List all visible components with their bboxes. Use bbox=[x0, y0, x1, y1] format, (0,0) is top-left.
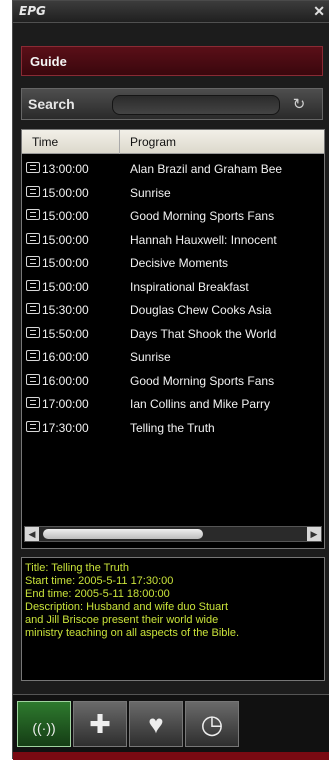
broadcast-icon: ((·)) bbox=[32, 720, 56, 736]
tab-favorites[interactable]: ♥ bbox=[129, 701, 183, 747]
tv-icon bbox=[26, 303, 40, 314]
column-header-program[interactable]: Program bbox=[120, 130, 326, 154]
guide-header[interactable]: Guide bbox=[21, 46, 323, 76]
row-time: 16:00:00 bbox=[42, 350, 89, 364]
list-item[interactable]: 17:00:00 Ian Collins and Mike Parry bbox=[22, 393, 324, 417]
row-time: 15:00:00 bbox=[42, 209, 89, 223]
row-program: Douglas Chew Cooks Asia bbox=[130, 303, 272, 317]
program-list: Time Program 13:00:00 Alan Brazil and Gra… bbox=[21, 129, 325, 549]
row-program: Alan Brazil and Graham Bee bbox=[130, 162, 283, 176]
details-end-time: End time: 2005-5-11 18:00:00 bbox=[25, 588, 170, 600]
scroll-left-icon[interactable]: ◀ bbox=[25, 527, 39, 541]
details-description-2: and Jill Briscoe present their world wid… bbox=[25, 614, 219, 626]
tv-icon bbox=[26, 209, 40, 220]
scroll-thumb[interactable] bbox=[43, 529, 203, 539]
guide-label: Guide bbox=[30, 54, 67, 69]
row-time: 15:00:00 bbox=[42, 256, 89, 270]
tv-icon bbox=[26, 232, 40, 244]
puzzle-icon: ✚ bbox=[89, 709, 111, 739]
details-description-3: ministry teaching on all aspects of the … bbox=[25, 627, 240, 639]
details-description-1: Description: Husband and wife duo Stuart bbox=[25, 601, 229, 613]
list-item[interactable]: 15:30:00 Douglas Chew Cooks Asia bbox=[22, 299, 324, 323]
tv-icon bbox=[26, 397, 40, 408]
list-item[interactable]: 16:00:00 Sunrise bbox=[22, 346, 324, 370]
row-program: Ian Collins and Mike Parry bbox=[130, 397, 271, 411]
program-rows: 13:00:00 Alan Brazil and Graham Bee 15:00… bbox=[22, 158, 324, 440]
details-title: Title: Telling the Truth bbox=[25, 562, 129, 574]
tv-icon bbox=[26, 326, 40, 338]
tab-plugins[interactable]: ✚ bbox=[73, 701, 127, 747]
row-time: 17:00:00 bbox=[42, 397, 89, 411]
program-details: Title: Telling the Truth Start time: 200… bbox=[21, 557, 325, 681]
row-time: 16:00:00 bbox=[42, 373, 89, 388]
column-header-time[interactable]: Time bbox=[22, 130, 120, 154]
list-item[interactable]: 17:30:00 Telling the Truth bbox=[22, 417, 324, 441]
row-program: Sunrise bbox=[130, 185, 171, 200]
list-item[interactable]: 15:00:00 Decisive Moments bbox=[22, 252, 324, 276]
epg-window: EPG ✕ Guide Search ↻ Time Program 13:00:… bbox=[12, 0, 329, 760]
list-item[interactable]: 15:00:00 Inspirational Breakfast bbox=[22, 276, 324, 300]
row-program: Good Morning Sports Fans bbox=[130, 373, 275, 388]
row-program: Days That Shook the World bbox=[130, 326, 277, 341]
row-time: 15:00:00 bbox=[42, 279, 89, 294]
horizontal-scrollbar[interactable]: ◀ ▶ bbox=[24, 526, 322, 542]
row-program: Sunrise bbox=[130, 350, 171, 364]
row-time: 15:50:00 bbox=[42, 326, 89, 341]
scroll-right-icon[interactable]: ▶ bbox=[307, 527, 321, 541]
tv-icon bbox=[26, 373, 40, 385]
list-item[interactable]: 16:00:00 Good Morning Sports Fans bbox=[22, 370, 324, 394]
row-program: Telling the Truth bbox=[130, 420, 215, 435]
tv-icon bbox=[26, 162, 40, 173]
tab-bar: ((·)) ✚ ♥ ◷ bbox=[13, 694, 329, 760]
search-input[interactable] bbox=[112, 95, 280, 115]
tv-icon bbox=[26, 350, 40, 361]
search-bar: Search ↻ bbox=[21, 88, 323, 120]
details-start-time: Start time: 2005-5-11 17:30:00 bbox=[25, 575, 174, 587]
close-button[interactable]: ✕ bbox=[313, 3, 325, 20]
tab-schedule[interactable]: ◷ bbox=[185, 701, 239, 747]
row-time: 17:30:00 bbox=[42, 420, 89, 435]
row-time: 15:00:00 bbox=[42, 185, 89, 200]
tv-icon bbox=[26, 420, 40, 432]
row-program: Decisive Moments bbox=[130, 256, 229, 270]
row-time: 15:30:00 bbox=[42, 303, 89, 317]
row-time: 13:00:00 bbox=[42, 162, 89, 176]
tv-icon bbox=[26, 256, 40, 267]
tv-icon bbox=[26, 185, 40, 197]
title-bar[interactable]: EPG ✕ bbox=[13, 1, 329, 23]
tab-broadcast[interactable]: ((·)) bbox=[17, 701, 71, 747]
row-program: Hannah Hauxwell: Innocent bbox=[130, 232, 277, 247]
row-program: Good Morning Sports Fans bbox=[130, 209, 275, 223]
search-label: Search bbox=[28, 96, 75, 112]
tv-icon bbox=[26, 279, 40, 291]
window-title: EPG bbox=[19, 4, 46, 18]
list-item[interactable]: 15:00:00 Sunrise bbox=[22, 182, 324, 206]
search-go-icon[interactable]: ↻ bbox=[288, 95, 310, 115]
list-header: Time Program bbox=[22, 130, 324, 154]
list-item[interactable]: 15:00:00 Good Morning Sports Fans bbox=[22, 205, 324, 229]
row-time: 15:00:00 bbox=[42, 232, 89, 247]
row-program: Inspirational Breakfast bbox=[130, 279, 249, 294]
list-item[interactable]: 15:00:00 Hannah Hauxwell: Innocent bbox=[22, 229, 324, 253]
heart-icon: ♥ bbox=[148, 709, 164, 739]
clock-icon: ◷ bbox=[200, 709, 224, 739]
list-item[interactable]: 13:00:00 Alan Brazil and Graham Bee bbox=[22, 158, 324, 182]
list-item[interactable]: 15:50:00 Days That Shook the World bbox=[22, 323, 324, 347]
